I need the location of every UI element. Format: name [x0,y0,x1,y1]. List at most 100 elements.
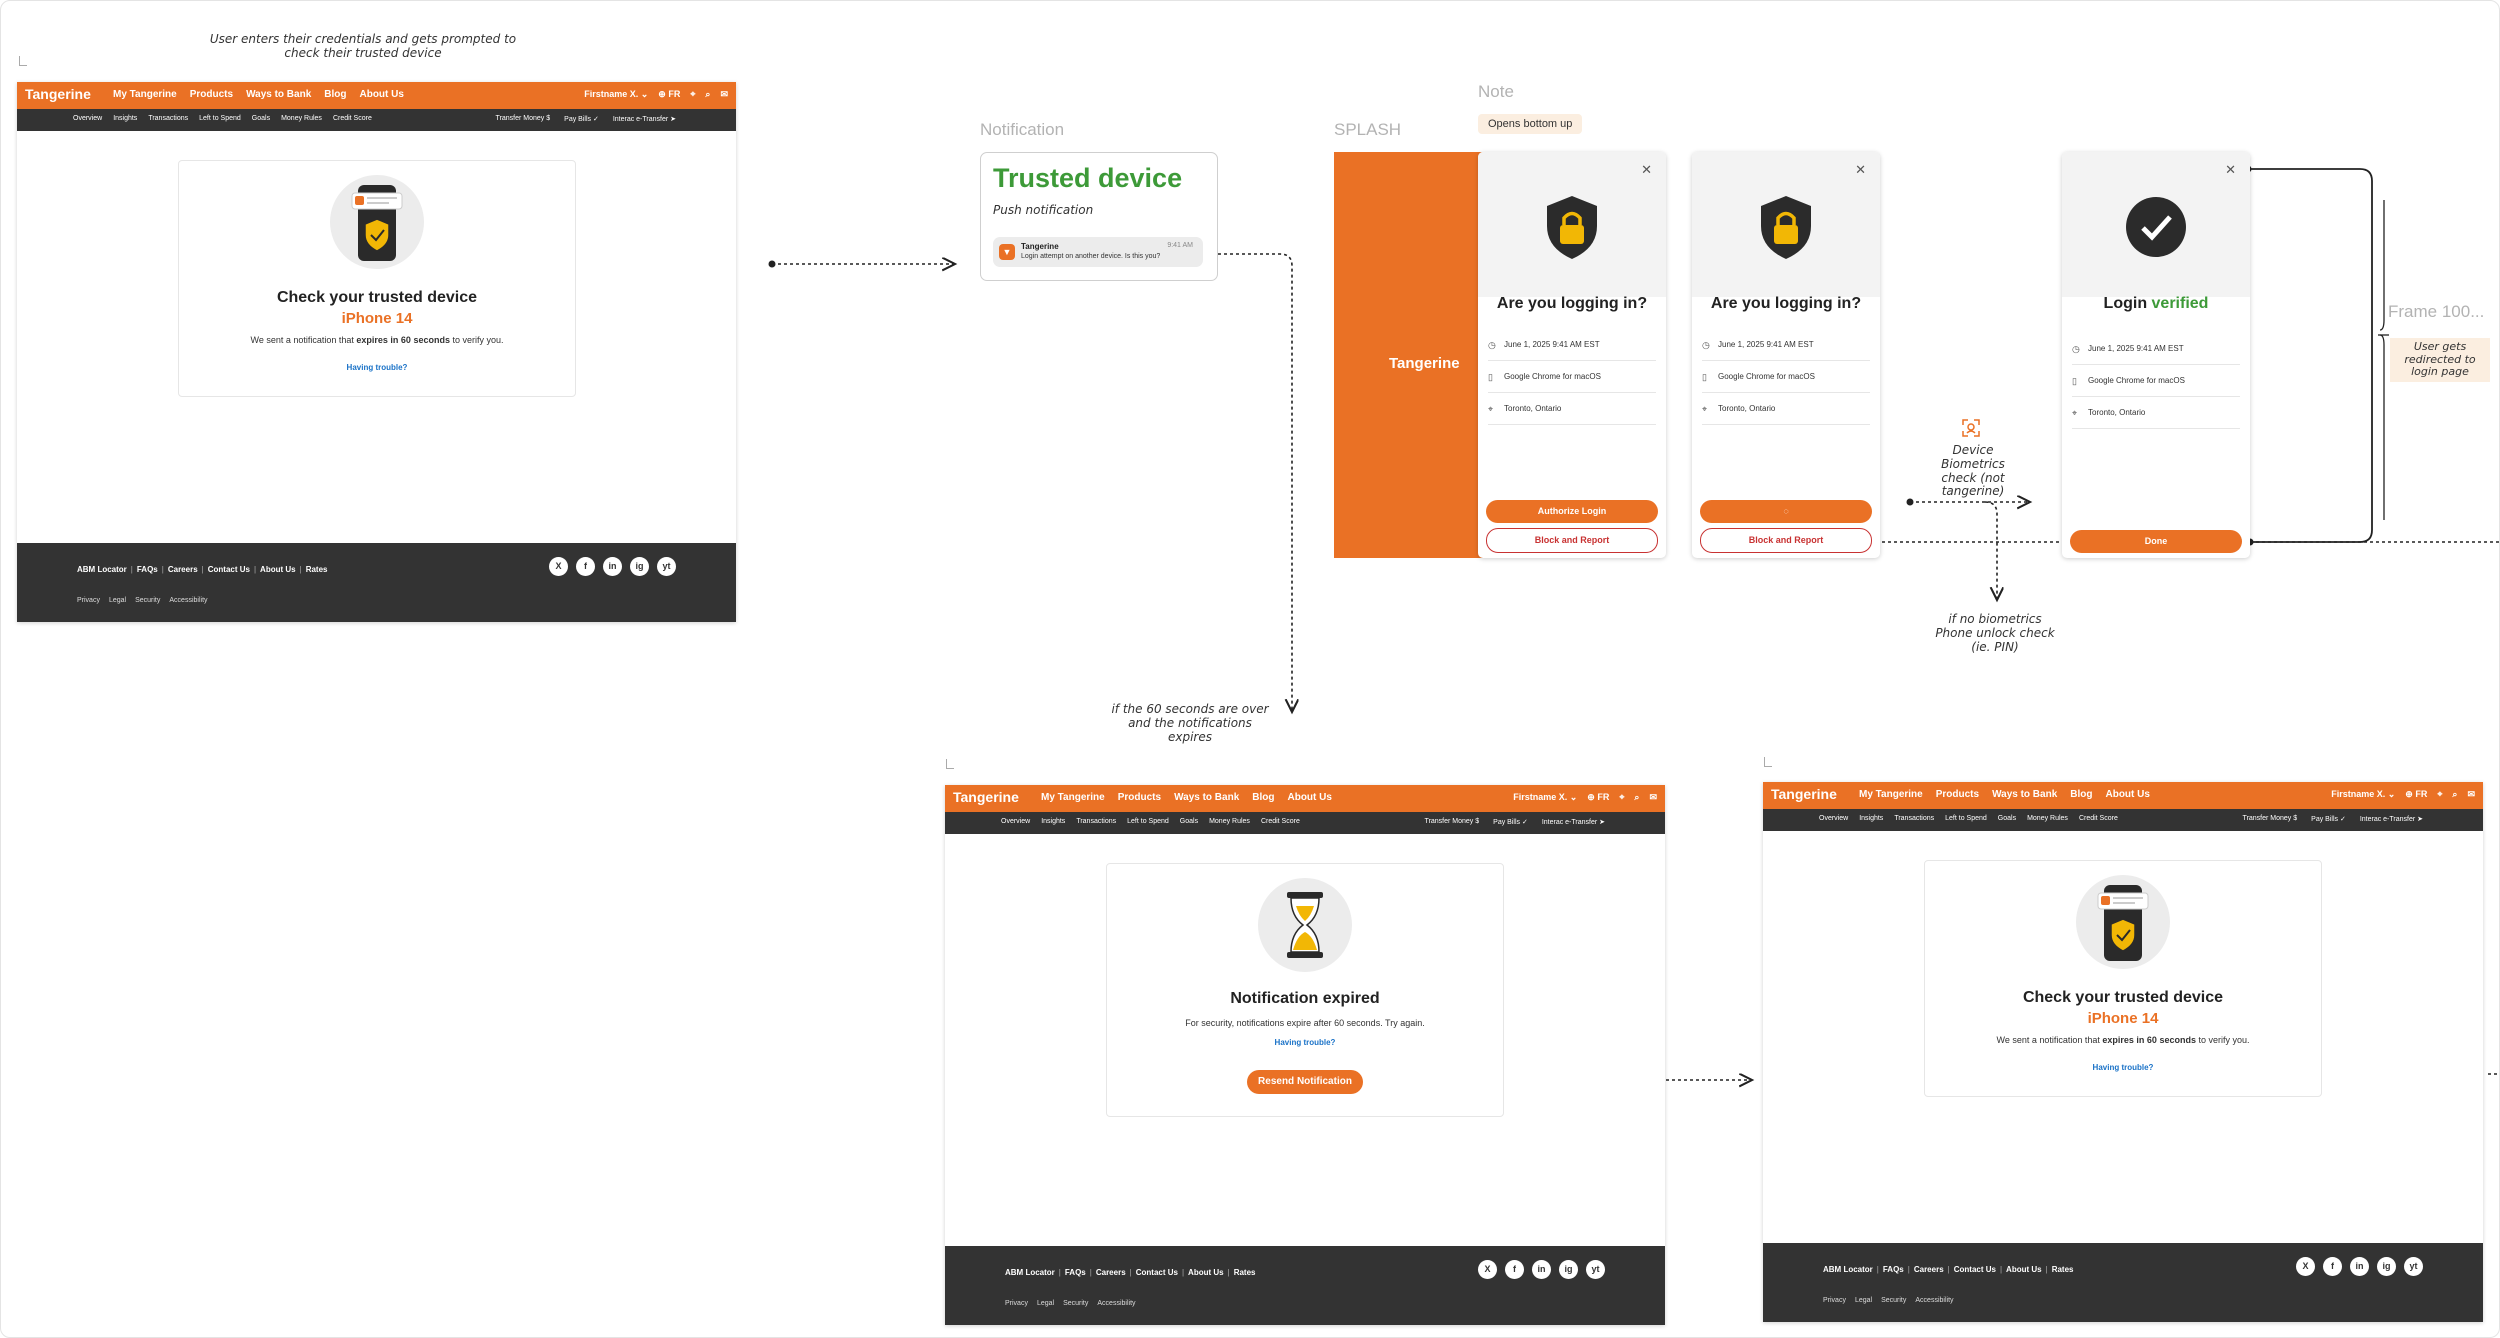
footer-rates[interactable]: Rates [2052,1265,2074,1274]
linkedin-icon[interactable]: in [603,557,622,576]
facebook-icon[interactable]: f [1505,1260,1524,1279]
subnav-overview[interactable]: Overview [1819,815,1848,822]
footer-careers[interactable]: Careers [1914,1265,1944,1274]
nav-my-tangerine[interactable]: My Tangerine [1859,789,1923,800]
authorize-login-button[interactable]: Authorize Login [1486,500,1658,523]
subnav-transactions[interactable]: Transactions [1894,815,1934,822]
language-toggle[interactable]: ⊕ FR [658,89,680,100]
footer-privacy[interactable]: Privacy [77,597,100,604]
nav-blog[interactable]: Blog [2070,789,2092,800]
nav-products[interactable]: Products [1936,789,1979,800]
footer-accessibility[interactable]: Accessibility [169,597,207,604]
footer-contact-us[interactable]: Contact Us [208,565,250,574]
footer-about-us[interactable]: About Us [260,565,296,574]
tangerine-logo[interactable]: Tangerine [1771,786,1837,802]
footer-legal[interactable]: Legal [1855,1297,1872,1304]
subnav-left-to-spend[interactable]: Left to Spend [1127,818,1169,825]
transfer-money-link[interactable]: Transfer Money $ [496,115,551,123]
footer-abm-locator[interactable]: ABM Locator [1005,1268,1055,1277]
nav-my-tangerine[interactable]: My Tangerine [113,89,177,100]
subnav-money-rules[interactable]: Money Rules [1209,818,1250,825]
x-icon[interactable]: X [1478,1260,1497,1279]
footer-careers[interactable]: Careers [168,565,198,574]
block-and-report-button[interactable]: Block and Report [1486,528,1658,553]
footer-privacy[interactable]: Privacy [1005,1300,1028,1307]
nav-ways-to-bank[interactable]: Ways to Bank [1174,792,1239,803]
facebook-icon[interactable]: f [2323,1257,2342,1276]
footer-legal[interactable]: Legal [1037,1300,1054,1307]
linkedin-icon[interactable]: in [1532,1260,1551,1279]
footer-contact-us[interactable]: Contact Us [1954,1265,1996,1274]
footer-accessibility[interactable]: Accessibility [1097,1300,1135,1307]
authorize-loading-button[interactable]: ◌ [1700,500,1872,523]
close-icon[interactable]: ✕ [1641,162,1652,178]
footer-security[interactable]: Security [1881,1297,1906,1304]
search-icon[interactable]: ⌕ [705,89,710,100]
nav-about-us[interactable]: About Us [1287,792,1331,803]
subnav-goals[interactable]: Goals [1180,818,1198,825]
nav-about-us[interactable]: About Us [2105,789,2149,800]
nav-blog[interactable]: Blog [324,89,346,100]
footer-abm-locator[interactable]: ABM Locator [77,565,127,574]
nav-ways-to-bank[interactable]: Ways to Bank [1992,789,2057,800]
mail-icon[interactable]: ✉ [2467,789,2475,800]
location-icon[interactable]: ⌖ [1619,792,1624,803]
footer-careers[interactable]: Careers [1096,1268,1126,1277]
nav-ways-to-bank[interactable]: Ways to Bank [246,89,311,100]
instagram-icon[interactable]: ig [630,557,649,576]
linkedin-icon[interactable]: in [2350,1257,2369,1276]
nav-about-us[interactable]: About Us [359,89,403,100]
location-icon[interactable]: ⌖ [2437,789,2442,800]
language-toggle[interactable]: ⊕ FR [1587,792,1609,803]
pay-bills-link[interactable]: Pay Bills ✓ [564,115,599,123]
mail-icon[interactable]: ✉ [720,89,728,100]
facebook-icon[interactable]: f [576,557,595,576]
x-icon[interactable]: X [2296,1257,2315,1276]
subnav-insights[interactable]: Insights [1859,815,1883,822]
done-button[interactable]: Done [2070,530,2242,553]
footer-rates[interactable]: Rates [306,565,328,574]
close-icon[interactable]: ✕ [2225,162,2236,178]
subnav-left-to-spend[interactable]: Left to Spend [199,115,241,122]
transfer-money-link[interactable]: Transfer Money $ [2243,815,2298,823]
footer-legal[interactable]: Legal [109,597,126,604]
x-icon[interactable]: X [549,557,568,576]
nav-products[interactable]: Products [190,89,233,100]
footer-about-us[interactable]: About Us [1188,1268,1224,1277]
subnav-left-to-spend[interactable]: Left to Spend [1945,815,1987,822]
subnav-credit-score[interactable]: Credit Score [333,115,372,122]
footer-privacy[interactable]: Privacy [1823,1297,1846,1304]
user-menu[interactable]: Firstname X. ⌄ [1513,792,1577,803]
language-toggle[interactable]: ⊕ FR [2405,789,2427,800]
youtube-icon[interactable]: yt [1586,1260,1605,1279]
having-trouble-link[interactable]: Having trouble? [1925,1063,2321,1072]
transfer-money-link[interactable]: Transfer Money $ [1425,818,1480,826]
footer-abm-locator[interactable]: ABM Locator [1823,1265,1873,1274]
subnav-credit-score[interactable]: Credit Score [1261,818,1300,825]
user-menu[interactable]: Firstname X. ⌄ [2331,789,2395,800]
subnav-goals[interactable]: Goals [1998,815,2016,822]
block-and-report-button[interactable]: Block and Report [1700,528,1872,553]
etransfer-link[interactable]: Interac e-Transfer ➤ [1542,818,1605,826]
subnav-insights[interactable]: Insights [1041,818,1065,825]
instagram-icon[interactable]: ig [1559,1260,1578,1279]
resend-notification-button[interactable]: Resend Notification [1247,1070,1363,1094]
footer-faqs[interactable]: FAQs [137,565,158,574]
youtube-icon[interactable]: yt [657,557,676,576]
footer-about-us[interactable]: About Us [2006,1265,2042,1274]
youtube-icon[interactable]: yt [2404,1257,2423,1276]
subnav-overview[interactable]: Overview [1001,818,1030,825]
instagram-icon[interactable]: ig [2377,1257,2396,1276]
having-trouble-link[interactable]: Having trouble? [179,363,575,372]
subnav-credit-score[interactable]: Credit Score [2079,815,2118,822]
search-icon[interactable]: ⌕ [2452,789,2457,800]
nav-products[interactable]: Products [1118,792,1161,803]
subnav-transactions[interactable]: Transactions [148,115,188,122]
footer-security[interactable]: Security [135,597,160,604]
mail-icon[interactable]: ✉ [1649,792,1657,803]
user-menu[interactable]: Firstname X. ⌄ [584,89,648,100]
notification-toast[interactable]: ▼ Tangerine 9:41 AM Login attempt on ano… [993,237,1203,267]
pay-bills-link[interactable]: Pay Bills ✓ [1493,818,1528,826]
subnav-goals[interactable]: Goals [252,115,270,122]
nav-my-tangerine[interactable]: My Tangerine [1041,792,1105,803]
